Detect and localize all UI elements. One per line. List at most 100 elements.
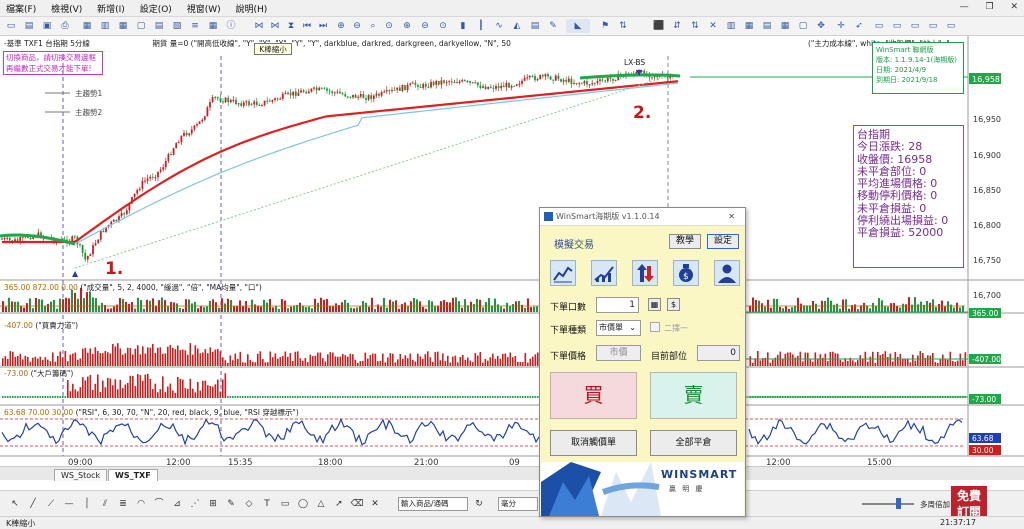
gann-tool-icon[interactable]: ⊿ xyxy=(170,497,184,511)
delete-tool-icon[interactable]: ✕ xyxy=(368,497,382,511)
strategy-red-icon[interactable]: ⬛ xyxy=(652,19,666,33)
text-tool-icon[interactable]: T xyxy=(260,497,274,511)
settings-button[interactable]: 設定 xyxy=(707,234,739,249)
search-icon[interactable]: ⌕ xyxy=(366,19,380,33)
line-chart-icon[interactable]: ∿ xyxy=(492,19,506,33)
rect-tool-icon[interactable]: ▭ xyxy=(278,497,292,511)
bars-icon[interactable]: ▥ xyxy=(724,19,738,33)
dollar-icon[interactable]: $ xyxy=(667,298,680,311)
price-input[interactable]: 市價 xyxy=(596,345,641,361)
minimize-icon[interactable]: — xyxy=(960,2,969,12)
grid-tool-icon[interactable]: ⊞ xyxy=(206,497,220,511)
info-icon[interactable]: ⓘ xyxy=(224,19,238,33)
cycle-tool-icon[interactable]: ⌒ xyxy=(152,497,166,511)
vline-tool-icon[interactable]: │ xyxy=(80,497,94,511)
trading-dialog[interactable]: WinSmart海期版 v1.1.0.14 ✕ 模擬交易 教學 設定 $ 下單口… xyxy=(539,207,746,517)
fib-tool-icon[interactable]: ≣ xyxy=(116,497,130,511)
buy-button[interactable]: 買 xyxy=(550,372,637,419)
fan-tool-icon[interactable]: ⋰ xyxy=(188,497,202,511)
arrows-icon[interactable] xyxy=(632,260,658,286)
quote-icon[interactable]: ▧ xyxy=(170,19,184,33)
symbol-label[interactable]: -基準 TXF1 台指期 5分線 xyxy=(4,39,90,48)
list-icon[interactable]: ≡ xyxy=(188,19,202,33)
candle-icon[interactable]: ▮ xyxy=(456,19,470,33)
area-icon[interactable]: ◭ xyxy=(510,19,524,33)
magnify-icon[interactable]: ⊕ xyxy=(400,19,414,33)
bar-icon[interactable]: ┃ xyxy=(474,19,488,33)
tab-ws-stock[interactable]: WS_Stock xyxy=(54,469,108,481)
zoom-slider-track[interactable] xyxy=(862,503,914,505)
dialog-titlebar[interactable]: WinSmart海期版 v1.1.0.14 ✕ xyxy=(540,208,745,226)
chart-icon[interactable]: ▦ xyxy=(80,19,94,33)
ray-tool-icon[interactable]: ⟋ xyxy=(44,497,58,511)
window-icon[interactable]: ▢ xyxy=(134,19,148,33)
close-icon[interactable]: ✕ xyxy=(1010,2,1018,12)
hline-tool-icon[interactable]: — xyxy=(62,497,76,511)
compare-icon[interactable]: ◣ xyxy=(566,19,590,33)
table2-icon[interactable]: ▦ xyxy=(778,19,792,33)
sort-icon[interactable]: ⇅ xyxy=(616,19,630,33)
triangle-tool-icon[interactable]: △ xyxy=(314,497,328,511)
sell-button[interactable]: 賣 xyxy=(650,372,737,419)
pointer-icon[interactable]: ➶ xyxy=(852,19,866,33)
magnify-out-icon[interactable]: ⊖ xyxy=(418,19,432,33)
bar-expand-icon[interactable]: ⋈ xyxy=(268,19,282,33)
layout-icon[interactable]: ▥ xyxy=(98,19,112,33)
menu-help[interactable]: 說明(H) xyxy=(229,0,273,17)
open-icon[interactable]: ▤ xyxy=(22,19,36,33)
channel-tool-icon[interactable]: ⫽ xyxy=(98,497,112,511)
menu-view[interactable]: 檢視(V) xyxy=(45,0,88,17)
user-icon[interactable] xyxy=(714,260,740,286)
menu-settings[interactable]: 設定(O) xyxy=(134,0,178,17)
monitor4-icon[interactable]: ▭ xyxy=(926,19,940,33)
monitor5-icon[interactable]: ▭ xyxy=(944,19,958,33)
zoom-icon[interactable]: ⊙ xyxy=(382,19,396,33)
save-icon[interactable]: ▣ xyxy=(40,19,54,33)
multi-period-label[interactable]: 多周倍加 xyxy=(920,499,950,510)
trend-up-icon[interactable] xyxy=(591,260,617,286)
either-checkbox[interactable] xyxy=(650,322,660,332)
pencil-tool-icon[interactable]: ✎ xyxy=(224,497,238,511)
zoom-out-icon[interactable]: ⊖ xyxy=(350,19,364,33)
chart-up-icon[interactable] xyxy=(550,260,576,286)
bar-shrink-icon[interactable]: ⋈ xyxy=(252,19,266,33)
eraser-tool-icon[interactable]: ⌫ xyxy=(350,497,364,511)
alert-icon[interactable]: ⚑ xyxy=(598,19,612,33)
close-icon[interactable]: ✕ xyxy=(728,208,735,226)
exit-icon[interactable]: ✕ xyxy=(706,19,720,33)
money-bag-icon[interactable]: $ xyxy=(673,260,699,286)
close-all-button[interactable]: 全部平倉 xyxy=(650,430,737,456)
tag-tool-icon[interactable]: ◇ xyxy=(242,497,256,511)
stats-icon[interactable]: ▤ xyxy=(760,19,774,33)
tile-icon[interactable]: ▤ xyxy=(152,19,166,33)
go-start-icon[interactable]: ⏮ xyxy=(300,19,314,33)
report-icon[interactable]: ▦ xyxy=(742,19,756,33)
order-icon[interactable]: ⇅ xyxy=(688,19,702,33)
restore-icon[interactable]: ❐ xyxy=(986,2,994,12)
monitor2-icon[interactable]: ▭ xyxy=(890,19,904,33)
drawing-icon[interactable]: ✎ xyxy=(546,19,560,33)
ellipse-tool-icon[interactable]: ◯ xyxy=(296,497,310,511)
zoom-fit-icon[interactable]: ⊙ xyxy=(436,19,450,33)
cancel-stop-orders-button[interactable]: 取消觸價單 xyxy=(550,430,637,456)
zoom-in-icon[interactable]: ⊕ xyxy=(334,19,348,33)
menu-window[interactable]: 視窗(W) xyxy=(181,0,227,17)
calculator-icon[interactable]: ▦ xyxy=(648,298,661,311)
indicator-icon[interactable]: ▤ xyxy=(528,19,542,33)
tutorial-button[interactable]: 教學 xyxy=(669,234,701,249)
print-icon[interactable]: ⎙ xyxy=(58,19,72,33)
arc-tool-icon[interactable]: ◠ xyxy=(134,497,148,511)
zoom-slider-thumb[interactable] xyxy=(896,498,901,509)
go-end-icon[interactable]: ⏭ xyxy=(316,19,330,33)
symbol-dropdown[interactable]: 輸入商品/通碼 xyxy=(398,497,468,511)
pointer-tool-icon[interactable]: ↖ xyxy=(8,497,22,511)
table-icon[interactable]: ▦ xyxy=(206,19,220,33)
order-type-select[interactable]: 市價單 ⌄ xyxy=(596,320,641,336)
arrow-tool-icon[interactable]: ➚ xyxy=(332,497,346,511)
view-icon[interactable]: ▢ xyxy=(796,19,810,33)
menu-insert[interactable]: 新增(I) xyxy=(91,0,131,17)
line-tool-icon[interactable]: ╱ xyxy=(26,497,40,511)
monitor-icon[interactable]: ▭ xyxy=(872,19,886,33)
monitor3-icon[interactable]: ▭ xyxy=(908,19,922,33)
hourglass-icon[interactable]: ⧗ xyxy=(284,19,298,33)
